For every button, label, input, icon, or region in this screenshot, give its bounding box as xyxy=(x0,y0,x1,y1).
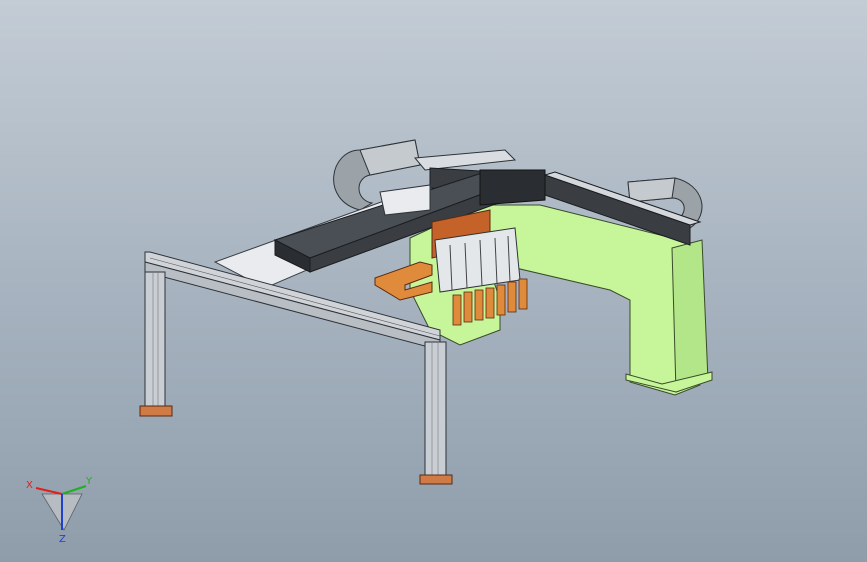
gantry-assembly-model[interactable] xyxy=(0,0,867,562)
x-axis-label: X xyxy=(26,480,33,491)
tool-head[interactable] xyxy=(434,227,521,293)
support-leg-left[interactable] xyxy=(144,271,166,409)
z-axis-label: Z xyxy=(59,534,66,544)
cad-viewport[interactable]: X Y Z xyxy=(0,0,867,562)
coordinate-triad: X Y Z xyxy=(26,476,93,544)
foot-left[interactable] xyxy=(139,405,173,417)
x-axis-arrow xyxy=(35,487,63,495)
y-axis-arrow xyxy=(61,485,87,495)
support-leg-right[interactable] xyxy=(424,341,447,477)
y-axis-label: Y xyxy=(85,476,93,487)
foot-right[interactable] xyxy=(419,474,453,485)
